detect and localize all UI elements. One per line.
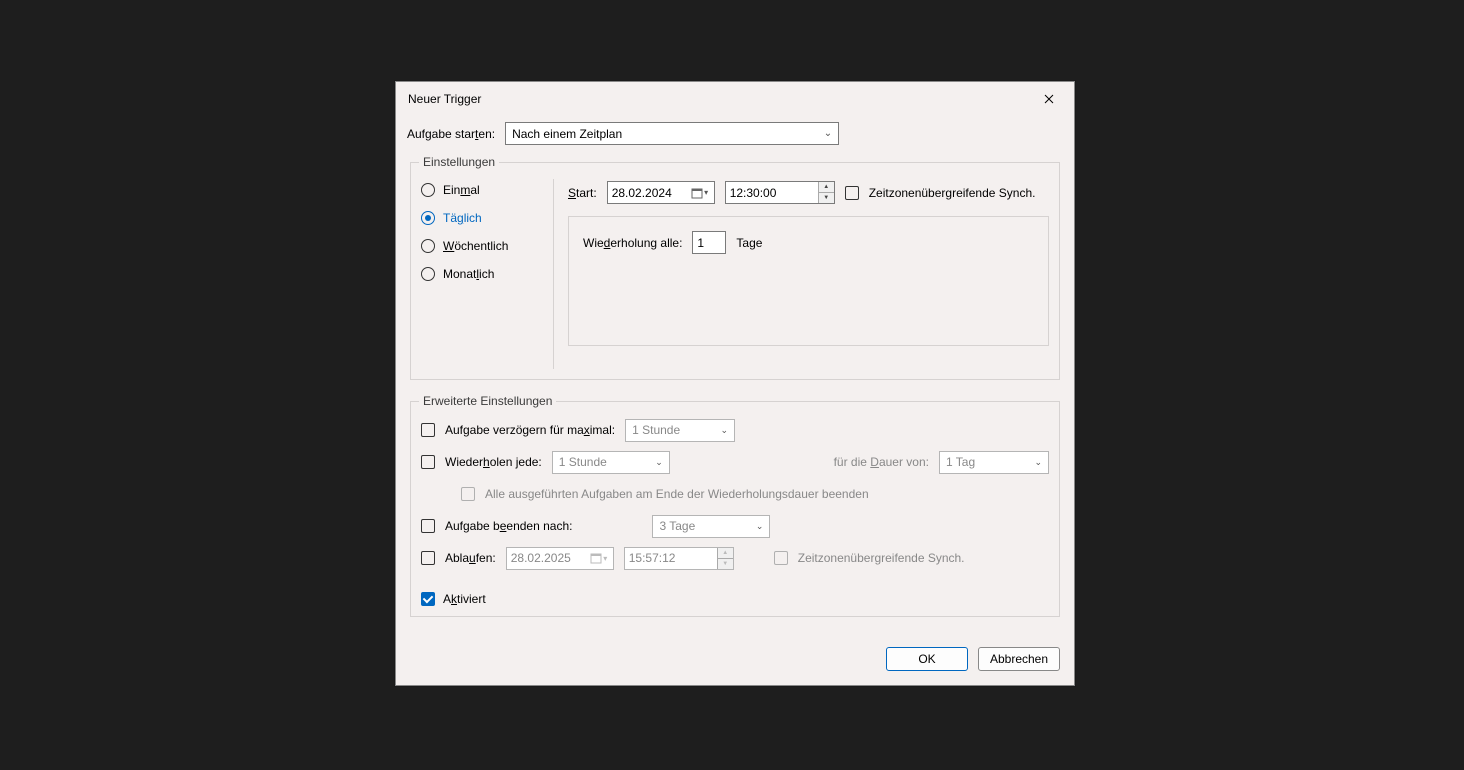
repeat-checkbox[interactable] [421,455,435,469]
chevron-down-icon: ⌄ [756,521,764,532]
tz-sync-checkbox[interactable] [845,186,859,200]
start-date-input[interactable]: 28.02.2024 ▾ [607,181,715,204]
repeat-label: Wiederholen jede: [445,455,542,469]
tz-sync-label: Zeitzonenübergreifende Synch. [869,186,1036,200]
new-trigger-dialog: Neuer Trigger Aufgabe starten: Nach eine… [395,81,1075,686]
start-time-value: 12:30:00 [730,186,777,200]
recur-value-input[interactable]: 1 [692,231,726,254]
radio-icon [421,183,435,197]
expire-date-value: 28.02.2025 [511,551,571,565]
expire-tz-checkbox [774,551,788,565]
enabled-checkbox[interactable] [421,592,435,606]
ok-button[interactable]: OK [886,647,968,671]
stop-after-checkbox[interactable] [421,519,435,533]
dialog-footer: OK Abbrechen [886,647,1060,671]
recur-unit: Tage [736,236,762,250]
start-time-input[interactable]: 12:30:00 ▲▼ [725,181,835,204]
start-label: Start: [568,186,597,200]
chevron-down-icon: ⌄ [655,457,663,468]
radio-daily[interactable]: Täglich [421,211,539,225]
delay-combo[interactable]: 1 Stunde ⌄ [625,419,735,442]
advanced-legend: Erweiterte Einstellungen [419,394,556,408]
start-date-value: 28.02.2024 [612,186,672,200]
task-start-value: Nach einem Zeitplan [512,127,622,141]
repeat-duration-combo[interactable]: 1 Tag ⌄ [939,451,1049,474]
duration-label: für die Dauer von: [834,455,929,469]
task-start-select[interactable]: Nach einem Zeitplan ⌄ [505,122,839,145]
radio-icon [421,267,435,281]
radio-icon [421,211,435,225]
chevron-down-icon: ⌄ [824,128,832,139]
close-button[interactable] [1028,85,1070,113]
enabled-label: Aktiviert [443,592,486,606]
expire-date-input[interactable]: 28.02.2025 ▾ [506,547,614,570]
stop-after-value: 3 Tage [659,519,695,533]
calendar-icon: ▾ [585,552,613,564]
radio-weekly[interactable]: Wöchentlich [421,239,539,253]
stop-at-end-label: Alle ausgeführten Aufgaben am Ende der W… [485,487,869,501]
recur-value: 1 [697,236,704,250]
delay-label: Aufgabe verzögern für maximal: [445,423,615,437]
advanced-fieldset: Erweiterte Einstellungen Aufgabe verzöge… [410,394,1060,617]
radio-icon [421,239,435,253]
expire-time-input[interactable]: 15:57:12 ▲▼ [624,547,734,570]
delay-checkbox[interactable] [421,423,435,437]
expire-time-value: 15:57:12 [629,551,676,565]
dialog-title: Neuer Trigger [408,92,481,106]
task-start-label: Aufgabe starten: [407,127,495,141]
titlebar: Neuer Trigger [396,82,1074,116]
settings-fieldset: Einstellungen Einmal Täglich Wöchentlich [410,155,1060,380]
delay-value: 1 Stunde [632,423,680,437]
chevron-down-icon: ⌄ [1034,457,1042,468]
repeat-duration-value: 1 Tag [946,455,975,469]
recurrence-box: Wiederholung alle: 1 Tage [568,216,1049,346]
repeat-interval-combo[interactable]: 1 Stunde ⌄ [552,451,670,474]
expire-label: Ablaufen: [445,551,496,565]
expire-checkbox[interactable] [421,551,435,565]
cancel-button[interactable]: Abbrechen [978,647,1060,671]
repeat-interval-value: 1 Stunde [559,455,607,469]
stop-at-end-checkbox [461,487,475,501]
spinner-icon[interactable]: ▲▼ [717,548,733,569]
stop-after-label: Aufgabe beenden nach: [445,519,572,533]
frequency-radios: Einmal Täglich Wöchentlich Monatlich [421,179,539,369]
expire-tz-label: Zeitzonenübergreifende Synch. [798,551,965,565]
schedule-pane: Start: 28.02.2024 ▾ 12:30:00 ▲▼ [553,179,1049,369]
close-icon [1044,94,1054,104]
radio-monthly[interactable]: Monatlich [421,267,539,281]
calendar-icon: ▾ [686,187,714,199]
radio-once[interactable]: Einmal [421,183,539,197]
recur-label: Wiederholung alle: [583,236,682,250]
stop-after-combo[interactable]: 3 Tage ⌄ [652,515,770,538]
settings-legend: Einstellungen [419,155,499,169]
spinner-icon[interactable]: ▲▼ [818,182,834,203]
chevron-down-icon: ⌄ [721,425,729,436]
